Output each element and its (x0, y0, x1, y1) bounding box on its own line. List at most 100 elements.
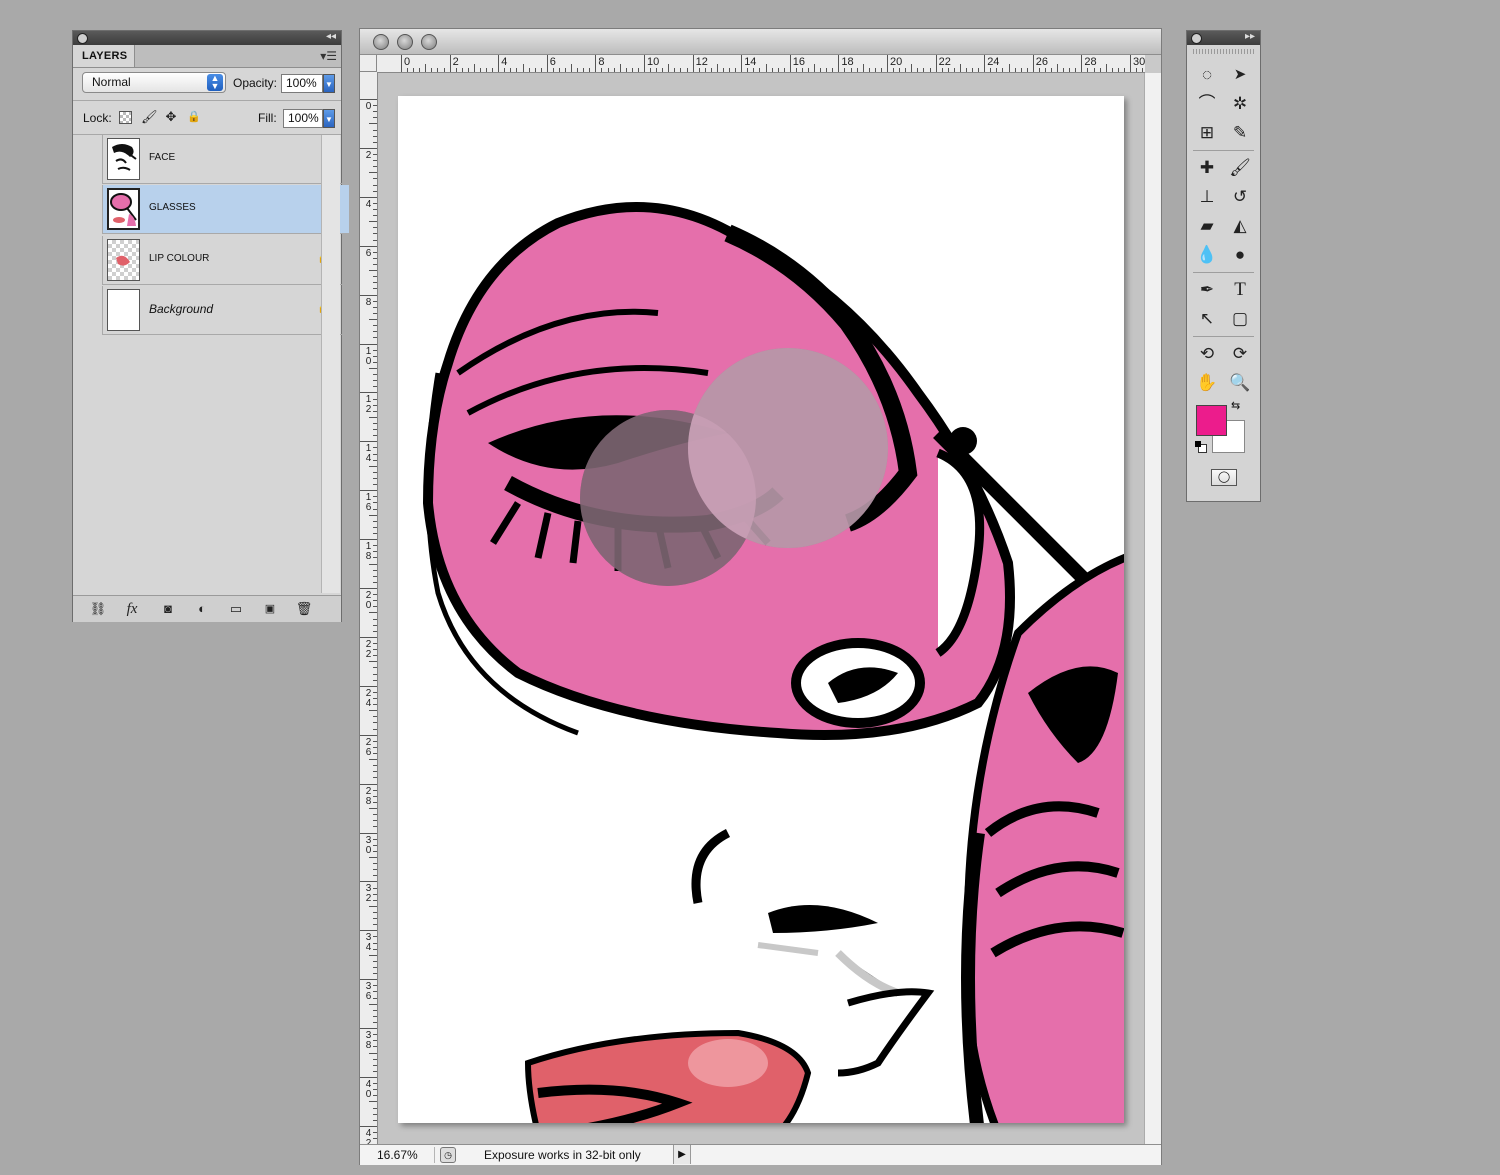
collapse-icon[interactable]: ◂◂ (326, 31, 336, 42)
3d-rotate-tool-icon[interactable]: ⟲ (1194, 341, 1220, 367)
ruler-tick (838, 55, 840, 72)
ruler-tick (360, 539, 377, 541)
layer-row-lip-colour[interactable]: LIP COLOUR 🔒 (102, 236, 349, 285)
opacity-input[interactable]: 100% (281, 74, 323, 93)
pen-tool-icon[interactable]: ✒ (1194, 277, 1220, 303)
ruler-tick (360, 490, 377, 492)
mask-icon[interactable]: ◙ (159, 600, 177, 618)
new-layer-icon[interactable]: ▣ (261, 600, 279, 618)
close-icon[interactable] (77, 33, 88, 44)
ruler-label: 18 (841, 56, 854, 68)
layer-row-background[interactable]: Background 🔒 (102, 286, 349, 335)
layer-thumbnail (107, 239, 140, 281)
fill-dropdown-icon[interactable]: ▼ (323, 109, 335, 128)
layer-thumbnail (107, 138, 140, 180)
ruler-tick (360, 832, 377, 834)
folder-icon[interactable]: ▭ (227, 600, 245, 618)
tools-panel-titlebar[interactable]: ▸▸ (1187, 31, 1260, 45)
ruler-label: 22 (938, 56, 951, 68)
ruler-label: 0 (404, 56, 411, 68)
trash-icon[interactable]: 🗑 (295, 600, 313, 618)
layers-panel-titlebar[interactable]: ◂◂ (73, 31, 341, 45)
layer-name: FACE (149, 152, 176, 163)
layer-row-glasses[interactable]: GLASSES (75, 185, 349, 234)
status-text: Exposure works in 32-bit only (484, 1148, 641, 1162)
shape-tool-icon[interactable]: ▢ (1227, 306, 1253, 332)
minimize-window-icon[interactable] (397, 34, 413, 50)
type-tool-icon[interactable]: T (1227, 277, 1253, 303)
ruler-tick (360, 441, 377, 443)
ruler-tick (1032, 55, 1034, 72)
3d-orbit-tool-icon[interactable]: ⟳ (1227, 341, 1253, 367)
status-menu-arrow-icon[interactable]: ▶ (673, 1145, 691, 1164)
visibility-toggle[interactable] (75, 286, 103, 335)
clone-stamp-tool-icon[interactable]: ⊥ (1194, 184, 1220, 210)
ruler-tick (360, 979, 377, 981)
lock-pixels-icon[interactable]: 🖌 (141, 110, 158, 124)
blend-mode-select[interactable]: Normal ▲ ▼ (82, 72, 226, 93)
fill-input[interactable]: 100% (283, 109, 323, 128)
zoom-window-icon[interactable] (421, 34, 437, 50)
fx-icon[interactable]: fx (123, 600, 141, 618)
foreground-color-swatch[interactable] (1196, 405, 1227, 436)
lock-transparency-icon[interactable] (119, 111, 132, 124)
history-brush-tool-icon[interactable]: ↺ (1227, 184, 1253, 210)
fill-label: Fill: (258, 111, 277, 125)
visibility-toggle[interactable] (75, 236, 103, 285)
link-icon[interactable]: ⛓ (89, 600, 107, 618)
status-info-icon[interactable]: ◷ (440, 1147, 456, 1163)
tab-layers[interactable]: LAYERS (73, 45, 135, 67)
lock-position-icon[interactable]: ✥ (164, 110, 178, 124)
marquee-tool-icon[interactable]: ◌ (1194, 62, 1220, 88)
expand-icon[interactable]: ▸▸ (1245, 31, 1255, 42)
canvas-area[interactable] (378, 73, 1144, 1150)
paint-bucket-tool-icon[interactable]: ◭ (1227, 213, 1253, 239)
visibility-toggle[interactable] (75, 135, 103, 184)
tools-grip[interactable] (1193, 49, 1254, 54)
lock-all-icon[interactable]: 🔒 (187, 110, 201, 124)
hand-tool-icon[interactable]: ✋ (1194, 370, 1220, 396)
layers-scrollbar[interactable] (321, 135, 340, 593)
ruler-tick (360, 881, 377, 883)
close-icon[interactable] (1191, 33, 1202, 44)
ruler-tick (644, 55, 645, 72)
ruler-label: 12 (695, 56, 708, 68)
ruler-tick (360, 294, 377, 296)
ruler-tick (498, 55, 500, 72)
crop-tool-icon[interactable]: ⊞ (1194, 120, 1220, 146)
zoom-level-field[interactable]: 16.67% (369, 1147, 435, 1163)
brush-tool-icon[interactable]: 🖌 (1227, 155, 1253, 181)
ruler-tick (595, 55, 597, 72)
ruler-label: 4 (501, 56, 508, 68)
ruler-tick (360, 245, 377, 247)
close-window-icon[interactable] (373, 34, 389, 50)
blur-tool-icon[interactable]: 💧 (1194, 242, 1220, 268)
ruler-tick (1130, 55, 1131, 72)
ruler-tick (1081, 55, 1083, 72)
visibility-toggle[interactable] (75, 185, 103, 234)
ruler-tick (360, 147, 377, 149)
ruler-origin[interactable] (360, 55, 377, 72)
artwork-canvas[interactable] (378, 73, 1144, 1150)
magic-wand-tool-icon[interactable]: ✲ (1227, 91, 1253, 117)
eyedropper-tool-icon[interactable]: ✎ (1227, 120, 1253, 146)
panel-menu-icon[interactable]: ▾☰ (320, 49, 337, 63)
default-colors-icon[interactable] (1195, 441, 1207, 453)
move-tool-icon[interactable]: ➤ (1227, 62, 1253, 88)
quick-mask-icon[interactable]: ◯ (1211, 469, 1237, 486)
swap-colors-icon[interactable]: ⇆ (1231, 399, 1240, 412)
opacity-dropdown-icon[interactable]: ▼ (323, 74, 335, 93)
horizontal-ruler[interactable]: 0 2 4 6 8 10 12 14 16 18 20 22 24 26 28 30 (377, 55, 1145, 73)
path-selection-tool-icon[interactable]: ↖ (1194, 306, 1220, 332)
adjustment-icon[interactable]: ◐ (193, 600, 211, 618)
vertical-ruler[interactable]: 024681012141618202224262830323436384042 (360, 72, 378, 1150)
zoom-tool-icon[interactable]: 🔍 (1227, 370, 1253, 396)
lasso-tool-icon[interactable]: ⌒ (1194, 91, 1220, 117)
eraser-tool-icon[interactable]: ▰ (1194, 213, 1220, 239)
dodge-tool-icon[interactable]: ● (1227, 242, 1253, 268)
layer-row-face[interactable]: FACE (102, 135, 349, 184)
vertical-scrollbar[interactable] (1144, 73, 1161, 1150)
document-titlebar[interactable] (360, 29, 1161, 55)
healing-brush-tool-icon[interactable]: ✚ (1194, 155, 1220, 181)
ruler-label: 2 (452, 56, 459, 68)
